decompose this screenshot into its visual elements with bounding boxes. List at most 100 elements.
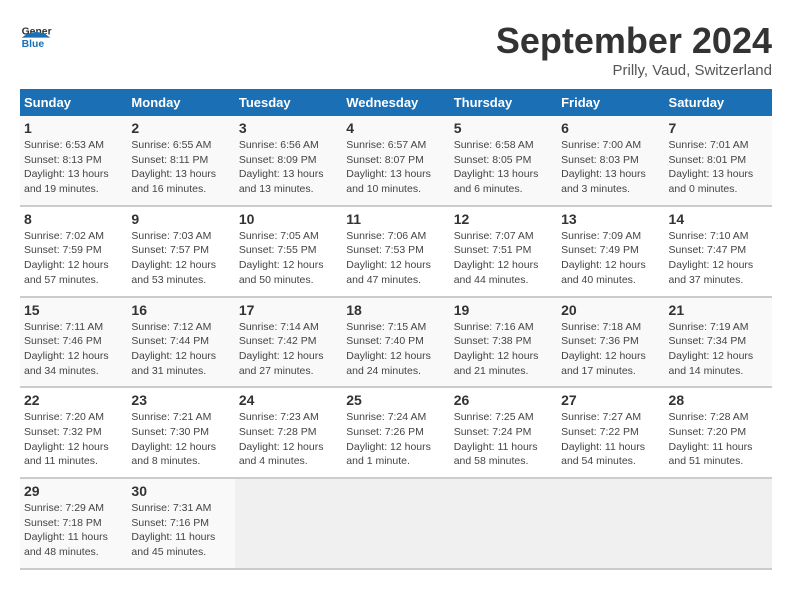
title-area: September 2024 Prilly, Vaud, Switzerland [496,20,772,79]
day-number: 8 [24,211,123,227]
calendar-day-cell: 19 Sunrise: 7:16 AM Sunset: 7:38 PM Dayl… [450,297,557,388]
day-number: 13 [561,211,660,227]
day-number: 2 [131,120,230,136]
calendar-day-cell: 3 Sunrise: 6:56 AM Sunset: 8:09 PM Dayli… [235,116,342,206]
day-info: Sunrise: 7:23 AM Sunset: 7:28 PM Dayligh… [239,411,324,467]
calendar-day-cell: 9 Sunrise: 7:03 AM Sunset: 7:57 PM Dayli… [127,206,234,297]
day-number: 11 [346,211,445,227]
calendar-day-cell: 23 Sunrise: 7:21 AM Sunset: 7:30 PM Dayl… [127,387,234,478]
calendar-day-cell: 13 Sunrise: 7:09 AM Sunset: 7:49 PM Dayl… [557,206,664,297]
day-number: 10 [239,211,338,227]
day-number: 9 [131,211,230,227]
day-number: 5 [454,120,553,136]
calendar-day-cell: 10 Sunrise: 7:05 AM Sunset: 7:55 PM Dayl… [235,206,342,297]
day-number: 19 [454,302,553,318]
calendar-day-cell: 4 Sunrise: 6:57 AM Sunset: 8:07 PM Dayli… [342,116,449,206]
col-friday: Friday [557,89,664,116]
calendar-week-row: 29 Sunrise: 7:29 AM Sunset: 7:18 PM Dayl… [20,478,772,569]
calendar-day-cell: 11 Sunrise: 7:06 AM Sunset: 7:53 PM Dayl… [342,206,449,297]
day-number: 30 [131,483,230,499]
day-number: 20 [561,302,660,318]
calendar-day-cell [557,478,664,569]
calendar-header-row: Sunday Monday Tuesday Wednesday Thursday… [20,89,772,116]
day-number: 22 [24,392,123,408]
day-info: Sunrise: 6:53 AM Sunset: 8:13 PM Dayligh… [24,139,109,195]
day-number: 14 [669,211,768,227]
day-number: 29 [24,483,123,499]
day-info: Sunrise: 7:09 AM Sunset: 7:49 PM Dayligh… [561,230,646,286]
day-info: Sunrise: 7:02 AM Sunset: 7:59 PM Dayligh… [24,230,109,286]
day-number: 17 [239,302,338,318]
month-title: September 2024 [496,20,772,62]
day-number: 16 [131,302,230,318]
day-info: Sunrise: 7:12 AM Sunset: 7:44 PM Dayligh… [131,321,216,377]
calendar-table: Sunday Monday Tuesday Wednesday Thursday… [20,89,772,570]
day-info: Sunrise: 6:56 AM Sunset: 8:09 PM Dayligh… [239,139,324,195]
day-info: Sunrise: 7:05 AM Sunset: 7:55 PM Dayligh… [239,230,324,286]
day-info: Sunrise: 7:28 AM Sunset: 7:20 PM Dayligh… [669,411,753,467]
col-wednesday: Wednesday [342,89,449,116]
page-header: General Blue September 2024 Prilly, Vaud… [20,20,772,79]
day-info: Sunrise: 7:10 AM Sunset: 7:47 PM Dayligh… [669,230,754,286]
day-info: Sunrise: 6:57 AM Sunset: 8:07 PM Dayligh… [346,139,431,195]
day-number: 28 [669,392,768,408]
calendar-day-cell: 27 Sunrise: 7:27 AM Sunset: 7:22 PM Dayl… [557,387,664,478]
calendar-week-row: 8 Sunrise: 7:02 AM Sunset: 7:59 PM Dayli… [20,206,772,297]
day-info: Sunrise: 6:58 AM Sunset: 8:05 PM Dayligh… [454,139,539,195]
calendar-day-cell: 20 Sunrise: 7:18 AM Sunset: 7:36 PM Dayl… [557,297,664,388]
day-info: Sunrise: 7:20 AM Sunset: 7:32 PM Dayligh… [24,411,109,467]
day-number: 23 [131,392,230,408]
day-info: Sunrise: 7:01 AM Sunset: 8:01 PM Dayligh… [669,139,754,195]
day-number: 18 [346,302,445,318]
day-number: 25 [346,392,445,408]
calendar-day-cell: 2 Sunrise: 6:55 AM Sunset: 8:11 PM Dayli… [127,116,234,206]
day-info: Sunrise: 7:15 AM Sunset: 7:40 PM Dayligh… [346,321,431,377]
day-info: Sunrise: 7:31 AM Sunset: 7:16 PM Dayligh… [131,502,215,558]
calendar-day-cell: 26 Sunrise: 7:25 AM Sunset: 7:24 PM Dayl… [450,387,557,478]
calendar-day-cell: 21 Sunrise: 7:19 AM Sunset: 7:34 PM Dayl… [665,297,772,388]
day-number: 1 [24,120,123,136]
logo: General Blue [20,20,52,52]
calendar-day-cell: 5 Sunrise: 6:58 AM Sunset: 8:05 PM Dayli… [450,116,557,206]
calendar-day-cell: 28 Sunrise: 7:28 AM Sunset: 7:20 PM Dayl… [665,387,772,478]
day-info: Sunrise: 7:19 AM Sunset: 7:34 PM Dayligh… [669,321,754,377]
calendar-day-cell: 16 Sunrise: 7:12 AM Sunset: 7:44 PM Dayl… [127,297,234,388]
day-info: Sunrise: 7:03 AM Sunset: 7:57 PM Dayligh… [131,230,216,286]
calendar-day-cell: 15 Sunrise: 7:11 AM Sunset: 7:46 PM Dayl… [20,297,127,388]
day-info: Sunrise: 7:25 AM Sunset: 7:24 PM Dayligh… [454,411,538,467]
day-info: Sunrise: 6:55 AM Sunset: 8:11 PM Dayligh… [131,139,216,195]
day-number: 15 [24,302,123,318]
col-thursday: Thursday [450,89,557,116]
calendar-day-cell: 25 Sunrise: 7:24 AM Sunset: 7:26 PM Dayl… [342,387,449,478]
calendar-day-cell: 8 Sunrise: 7:02 AM Sunset: 7:59 PM Dayli… [20,206,127,297]
col-monday: Monday [127,89,234,116]
calendar-day-cell: 7 Sunrise: 7:01 AM Sunset: 8:01 PM Dayli… [665,116,772,206]
calendar-day-cell: 14 Sunrise: 7:10 AM Sunset: 7:47 PM Dayl… [665,206,772,297]
calendar-week-row: 1 Sunrise: 6:53 AM Sunset: 8:13 PM Dayli… [20,116,772,206]
day-info: Sunrise: 7:29 AM Sunset: 7:18 PM Dayligh… [24,502,108,558]
day-number: 6 [561,120,660,136]
calendar-day-cell [235,478,342,569]
calendar-day-cell: 17 Sunrise: 7:14 AM Sunset: 7:42 PM Dayl… [235,297,342,388]
day-number: 4 [346,120,445,136]
logo-icon: General Blue [20,20,52,52]
calendar-day-cell: 29 Sunrise: 7:29 AM Sunset: 7:18 PM Dayl… [20,478,127,569]
day-info: Sunrise: 7:07 AM Sunset: 7:51 PM Dayligh… [454,230,539,286]
calendar-day-cell: 22 Sunrise: 7:20 AM Sunset: 7:32 PM Dayl… [20,387,127,478]
day-number: 24 [239,392,338,408]
day-info: Sunrise: 7:16 AM Sunset: 7:38 PM Dayligh… [454,321,539,377]
day-number: 7 [669,120,768,136]
day-number: 12 [454,211,553,227]
col-saturday: Saturday [665,89,772,116]
calendar-day-cell [450,478,557,569]
day-info: Sunrise: 7:14 AM Sunset: 7:42 PM Dayligh… [239,321,324,377]
calendar-day-cell [665,478,772,569]
day-info: Sunrise: 7:21 AM Sunset: 7:30 PM Dayligh… [131,411,216,467]
svg-text:Blue: Blue [22,39,45,50]
day-info: Sunrise: 7:00 AM Sunset: 8:03 PM Dayligh… [561,139,646,195]
calendar-day-cell: 30 Sunrise: 7:31 AM Sunset: 7:16 PM Dayl… [127,478,234,569]
day-number: 3 [239,120,338,136]
day-info: Sunrise: 7:18 AM Sunset: 7:36 PM Dayligh… [561,321,646,377]
calendar-day-cell: 1 Sunrise: 6:53 AM Sunset: 8:13 PM Dayli… [20,116,127,206]
calendar-day-cell: 6 Sunrise: 7:00 AM Sunset: 8:03 PM Dayli… [557,116,664,206]
